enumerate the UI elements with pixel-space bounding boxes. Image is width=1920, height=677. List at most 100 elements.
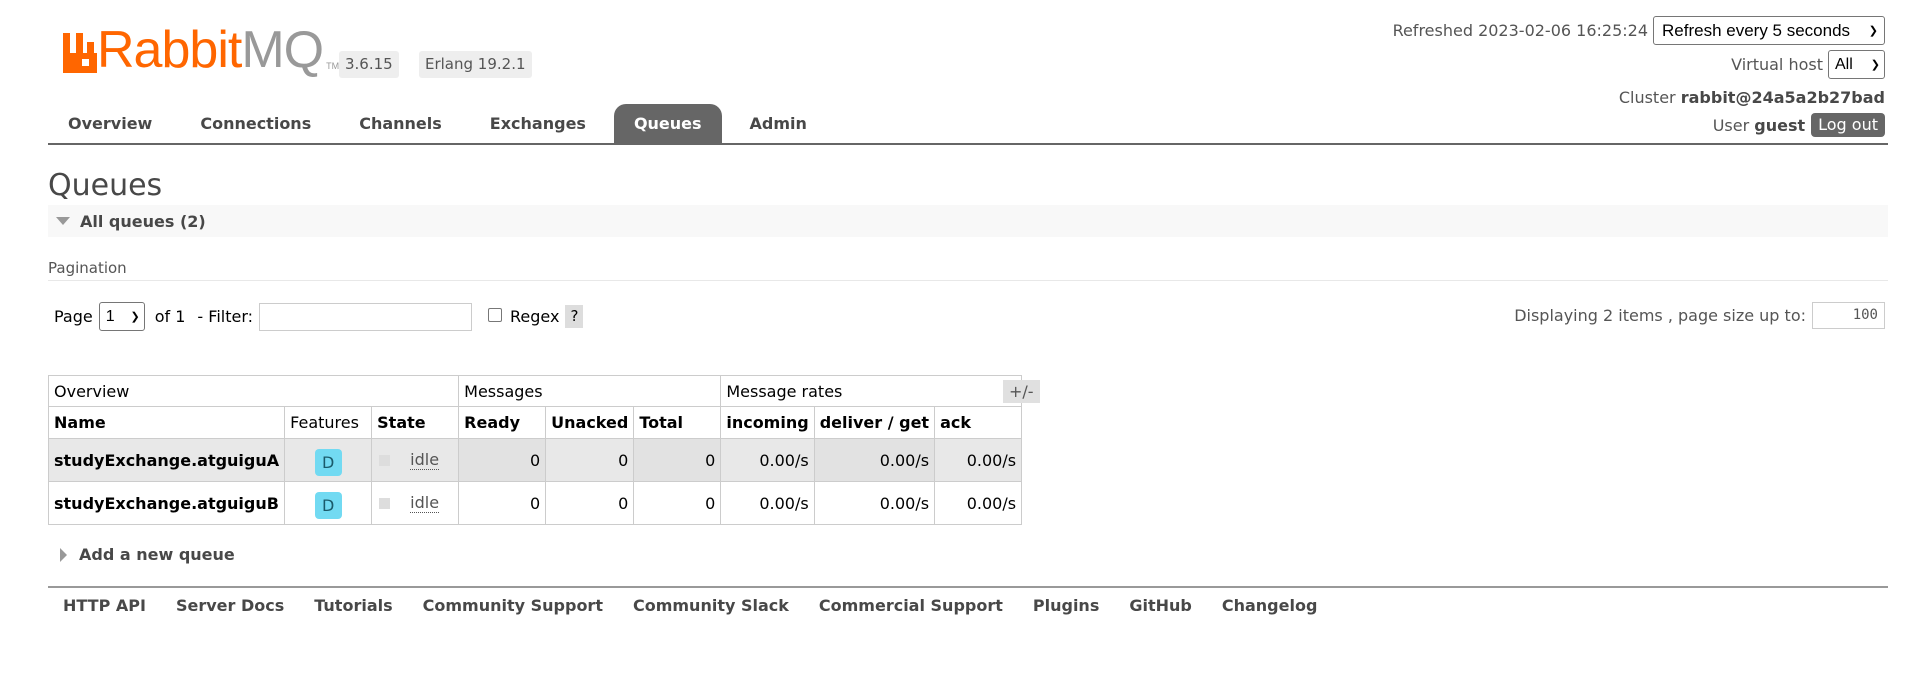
page-label: Page	[54, 307, 93, 326]
pagination-divider	[48, 280, 1888, 281]
deliver-get-rate: 0.00/s	[813, 438, 936, 482]
ack-rate: 0.00/s	[934, 438, 1023, 482]
col-incoming[interactable]: incoming	[720, 406, 815, 439]
page-title: Queues	[48, 168, 163, 203]
refresh-interval-select[interactable]: Refresh every 5 seconds ❯	[1653, 16, 1885, 45]
rabbitmq-logo[interactable]: RabbitMQ TM	[63, 24, 340, 76]
logo-text-mq: MQ	[241, 21, 324, 79]
col-features: Features	[284, 406, 373, 439]
page-count: of 1	[154, 307, 186, 326]
main-nav-tabs: Overview Connections Channels Exchanges …	[48, 104, 835, 144]
logout-button[interactable]: Log out	[1811, 113, 1885, 137]
col-ack[interactable]: ack	[934, 406, 1023, 439]
footer-link-commercial-support[interactable]: Commercial Support	[819, 596, 1003, 615]
add-queue-label: Add a new queue	[79, 545, 235, 564]
features-cell: D	[284, 438, 373, 482]
tab-admin[interactable]: Admin	[730, 104, 827, 144]
col-ready[interactable]: Ready	[458, 406, 547, 439]
state-indicator-icon	[379, 454, 391, 466]
page-select-value: 1	[105, 307, 115, 325]
regex-checkbox[interactable]	[488, 307, 503, 322]
tab-channels[interactable]: Channels	[339, 104, 462, 144]
features-cell: D	[284, 481, 373, 525]
footer-link-github[interactable]: GitHub	[1129, 596, 1192, 615]
logo-text: RabbitMQ	[97, 24, 324, 76]
col-unacked[interactable]: Unacked	[545, 406, 635, 439]
footer-link-community-slack[interactable]: Community Slack	[633, 596, 789, 615]
col-total[interactable]: Total	[633, 406, 722, 439]
ack-rate: 0.00/s	[934, 481, 1023, 525]
page-select[interactable]: 1 ❯	[98, 302, 145, 331]
table-row[interactable]: studyExchange.atguiguB D idle 0 0 0 0.00…	[47, 481, 1023, 525]
total-value: 0	[633, 481, 722, 525]
group-overview: Overview	[47, 375, 460, 407]
total-value: 0	[633, 438, 722, 482]
col-deliver-get[interactable]: deliver / get	[813, 406, 936, 439]
tab-connections[interactable]: Connections	[180, 104, 331, 144]
tab-divider	[48, 143, 1888, 145]
pagination-heading: Pagination	[48, 259, 127, 277]
column-toggle-button[interactable]: +/-	[1003, 380, 1040, 403]
regex-help-button[interactable]: ?	[565, 305, 584, 328]
col-name[interactable]: Name	[47, 406, 286, 439]
chevron-down-icon: ❯	[1868, 25, 1878, 37]
tab-overview[interactable]: Overview	[48, 104, 172, 144]
footer-link-http-api[interactable]: HTTP API	[63, 596, 146, 615]
virtual-host-value: All	[1835, 55, 1853, 73]
add-queue-toggle[interactable]: Add a new queue	[60, 545, 235, 564]
chevron-down-icon: ❯	[130, 311, 140, 323]
filter-input[interactable]	[259, 302, 473, 331]
virtual-host-label: Virtual host	[1731, 55, 1823, 74]
erlang-version-badge: Erlang 19.2.1	[419, 51, 532, 78]
deliver-get-rate: 0.00/s	[813, 481, 936, 525]
section-title: All queues (2)	[80, 211, 206, 231]
footer-link-community-support[interactable]: Community Support	[423, 596, 603, 615]
col-state[interactable]: State	[371, 406, 460, 439]
unacked-value: 0	[545, 481, 635, 525]
refreshed-timestamp: Refreshed 2023-02-06 16:25:24	[1392, 21, 1648, 40]
footer-link-server-docs[interactable]: Server Docs	[176, 596, 284, 615]
ready-value: 0	[458, 438, 547, 482]
state-value: idle	[410, 450, 440, 470]
group-message-rates: Message rates	[720, 375, 1023, 407]
state-cell: idle	[371, 438, 460, 482]
filter-label: - Filter:	[197, 307, 254, 326]
footer-divider	[48, 586, 1888, 588]
regex-label: Regex	[510, 307, 560, 326]
durable-badge: D	[314, 492, 342, 519]
virtual-host-select[interactable]: All ❯	[1828, 50, 1885, 79]
user-name: guest	[1754, 115, 1806, 135]
collapse-triangle-icon	[56, 217, 70, 225]
footer-link-tutorials[interactable]: Tutorials	[314, 596, 392, 615]
table-row[interactable]: studyExchange.atguiguA D idle 0 0 0 0.00…	[47, 438, 1023, 482]
tab-exchanges[interactable]: Exchanges	[470, 104, 606, 144]
chevron-down-icon: ❯	[1870, 59, 1880, 71]
unacked-value: 0	[545, 438, 635, 482]
all-queues-section-toggle[interactable]: All queues (2)	[48, 205, 1888, 237]
footer-link-changelog[interactable]: Changelog	[1222, 596, 1318, 615]
table-column-header: Name Features State Ready Unacked Total …	[47, 406, 1023, 439]
displaying-info: Displaying 2 items , page size up to: 10…	[1514, 302, 1885, 329]
state-indicator-icon	[379, 497, 391, 509]
incoming-rate: 0.00/s	[720, 438, 815, 482]
refresh-interval-value: Refresh every 5 seconds	[1662, 20, 1851, 40]
incoming-rate: 0.00/s	[720, 481, 815, 525]
durable-badge: D	[314, 449, 342, 476]
state-value: idle	[410, 493, 440, 513]
queue-name-link[interactable]: studyExchange.atguiguB	[47, 481, 286, 525]
queue-name-link[interactable]: studyExchange.atguiguA	[47, 438, 286, 482]
logo-trademark: TM	[326, 61, 340, 71]
user-label: User	[1712, 115, 1750, 135]
tab-queues[interactable]: Queues	[613, 104, 722, 144]
displaying-label: Displaying 2 items , page size up to:	[1514, 306, 1806, 325]
queues-table: Overview Messages Message rates Name Fea…	[47, 375, 1023, 525]
group-messages: Messages	[458, 375, 722, 407]
rabbit-logo-icon	[63, 33, 97, 73]
cluster-name: rabbit@24a5a2b27bad	[1680, 88, 1885, 107]
expand-triangle-icon	[60, 547, 67, 562]
table-group-header: Overview Messages Message rates	[47, 375, 1023, 407]
footer-link-plugins[interactable]: Plugins	[1033, 596, 1099, 615]
footer-links: HTTP API Server Docs Tutorials Community…	[63, 596, 1347, 615]
page-size-input[interactable]: 100	[1812, 302, 1885, 329]
state-cell: idle	[371, 481, 460, 525]
